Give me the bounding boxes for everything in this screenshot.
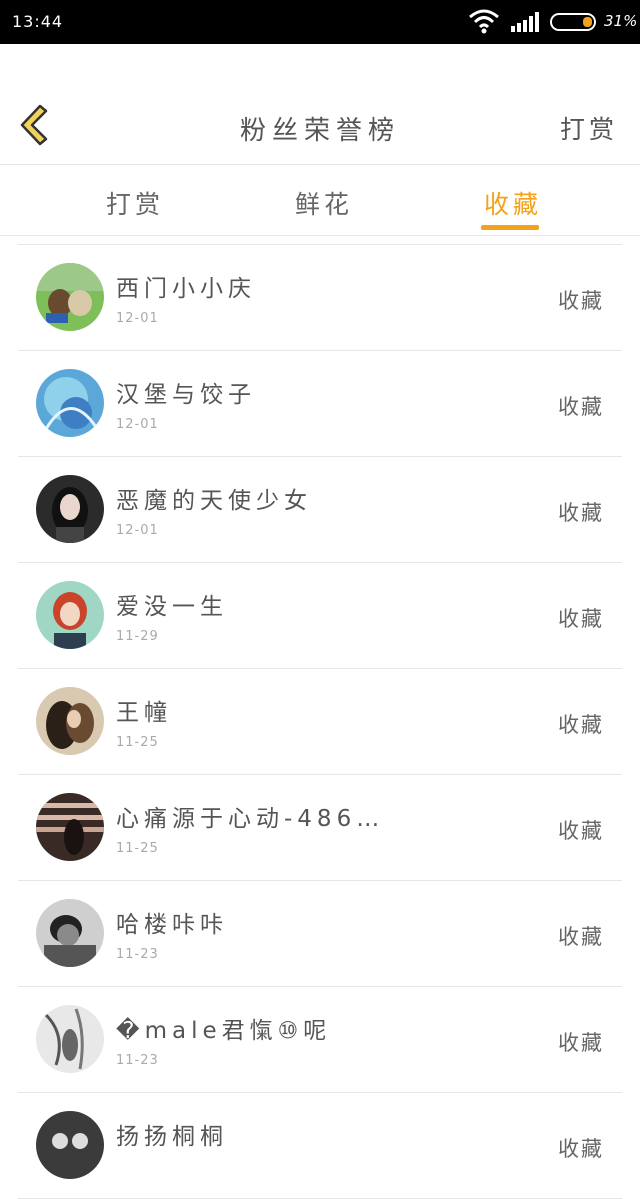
item-action: 收藏 [558, 713, 604, 737]
avatar [36, 899, 104, 967]
item-date: 11-23 [116, 947, 159, 962]
list-item[interactable]: �male君愾⑩呢 11-23 收藏 [18, 987, 622, 1093]
user-name: 心痛源于心动-486… [116, 806, 385, 832]
list-item[interactable]: 汉堡与饺子 12-01 收藏 [18, 351, 622, 457]
user-name: 爱没一生 [116, 594, 228, 620]
battery-percent: 31% [604, 12, 638, 30]
wifi-icon [468, 8, 500, 38]
item-date: 12-01 [116, 311, 159, 326]
avatar [36, 1111, 104, 1179]
user-name: 恶魔的天使少女 [116, 488, 312, 514]
list-item[interactable]: 心痛源于心动-486… 11-25 收藏 [18, 775, 622, 881]
item-date: 12-01 [116, 523, 159, 538]
list-item[interactable]: 扬扬桐桐 收藏 [18, 1093, 622, 1199]
user-name: 哈楼咔咔 [116, 912, 228, 938]
list-item[interactable]: 王幢 11-25 收藏 [18, 669, 622, 775]
avatar [36, 263, 104, 331]
tab-bar: 打赏 鲜花 收藏 [0, 165, 640, 236]
status-bar: 13:44 31% [0, 0, 640, 44]
avatar [36, 581, 104, 649]
item-date: 12-01 [116, 417, 159, 432]
item-date: 11-25 [116, 841, 159, 856]
fan-list: 西门小小庆 12-01 收藏 汉堡与饺子 12-01 收藏 恶魔的天使少女 12… [18, 244, 622, 1199]
page-title: 粉丝荣誉榜 [239, 116, 400, 146]
avatar [36, 687, 104, 755]
item-action: 收藏 [558, 501, 604, 525]
signal-icon [510, 12, 540, 36]
item-action: 收藏 [558, 819, 604, 843]
battery-icon [550, 12, 600, 36]
list-item[interactable]: 西门小小庆 12-01 收藏 [18, 245, 622, 351]
avatar [36, 793, 104, 861]
avatar [36, 369, 104, 437]
item-action: 收藏 [558, 1031, 604, 1055]
user-name: 汉堡与饺子 [116, 382, 256, 408]
list-item[interactable]: 爱没一生 11-29 收藏 [18, 563, 622, 669]
avatar [36, 1005, 104, 1073]
status-time: 13:44 [12, 12, 64, 31]
user-name: 西门小小庆 [116, 276, 256, 302]
item-date: 11-29 [116, 629, 159, 644]
tab-flowers[interactable]: 鲜花 [295, 185, 353, 221]
item-date: 11-25 [116, 735, 159, 750]
user-name: 王幢 [116, 700, 172, 726]
reward-button[interactable]: 打赏 [560, 110, 618, 146]
item-date: 11-23 [116, 1053, 159, 1068]
tab-favorites[interactable]: 收藏 [484, 185, 542, 221]
item-action: 收藏 [558, 607, 604, 631]
item-action: 收藏 [558, 289, 604, 313]
list-item[interactable]: 哈楼咔咔 11-23 收藏 [18, 881, 622, 987]
item-action: 收藏 [558, 395, 604, 419]
tab-active-indicator [481, 225, 539, 230]
user-name: �male君愾⑩呢 [116, 1018, 332, 1044]
item-action: 收藏 [558, 925, 604, 949]
tab-reward[interactable]: 打赏 [106, 185, 164, 221]
avatar [36, 475, 104, 543]
user-name: 扬扬桐桐 [116, 1124, 228, 1150]
list-item[interactable]: 恶魔的天使少女 12-01 收藏 [18, 457, 622, 563]
app-header: 粉丝荣誉榜 打赏 [0, 44, 640, 165]
